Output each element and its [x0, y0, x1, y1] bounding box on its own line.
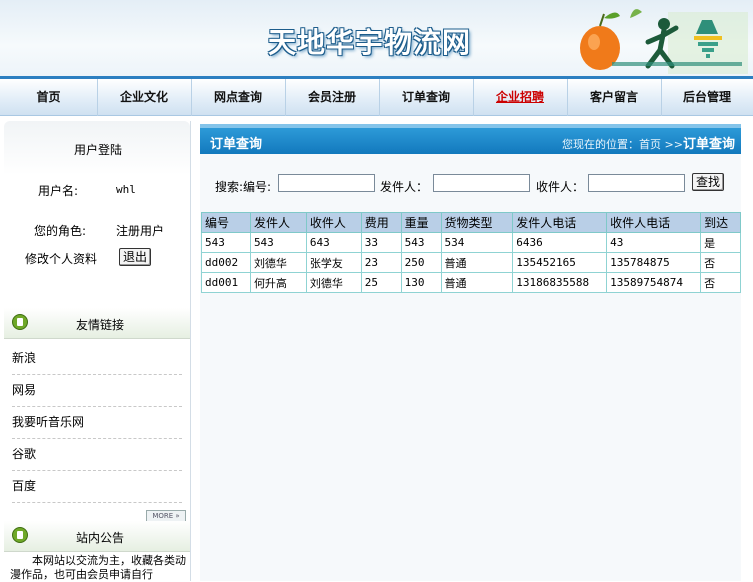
search-order-no-label: 搜索:编号: [215, 180, 272, 194]
link-item[interactable]: 新浪 [12, 343, 182, 375]
page-title: 订单查询 [210, 137, 263, 152]
table-row: 543 543 643 33 543 534 6436 43 是 [201, 232, 741, 253]
cell-arrived: 否 [700, 272, 741, 293]
cell-sender: 543 [249, 232, 307, 253]
left-sidebar: 用户登陆 用户名: whl 您的角色: 注册用户 修改个人资料 退出 友情链接 … [4, 121, 191, 581]
column-header: 收件人 [305, 212, 362, 233]
cell-sender-phone: 6436 [512, 232, 608, 253]
column-header: 编号 [201, 212, 251, 233]
nav-order-query[interactable]: 订单查询 [379, 79, 474, 116]
breadcrumb-prefix: 您现在的位置：首页 >> [562, 138, 683, 151]
receiver-input[interactable] [588, 174, 685, 192]
cell-sender-phone: 135452165 [512, 252, 608, 273]
cell-fee: 23 [360, 252, 402, 273]
logout-button[interactable]: 退出 [119, 248, 151, 266]
nav-messages[interactable]: 客户留言 [567, 79, 662, 116]
column-header: 收件人电话 [606, 212, 702, 233]
cell-receiver-phone: 13589754874 [606, 272, 702, 293]
link-item[interactable]: 网易 [12, 375, 182, 407]
cell-receiver: 刘德华 [305, 272, 362, 293]
cell-cargo-type: 534 [440, 232, 514, 253]
notice-title: 站内公告 [76, 531, 125, 545]
link-item[interactable]: 谷歌 [12, 439, 182, 471]
cell-weight: 130 [400, 272, 442, 293]
cell-order-no: 543 [201, 232, 251, 253]
role-label: 您的角色: [34, 224, 87, 238]
column-header: 到达 [700, 212, 741, 233]
nav-home[interactable]: 首页 [0, 79, 98, 116]
link-item[interactable]: 我要听音乐网 [12, 407, 182, 439]
site-header: 天地华宇物流网 [0, 0, 753, 76]
decorative-banner-art-icon [580, 9, 748, 74]
sender-input[interactable] [433, 174, 530, 192]
table-row: dd001 何升高 刘德华 25 130 普通 13186835588 1358… [201, 272, 741, 293]
site-title: 天地华宇物流网 [268, 26, 472, 59]
notice-section-header: 站内公告 [4, 521, 190, 552]
receiver-label: 收件人： [536, 180, 585, 194]
nav-recruit[interactable]: 企业招聘 [473, 79, 568, 116]
cell-sender: 刘德华 [249, 252, 307, 273]
cell-receiver-phone: 43 [606, 232, 702, 253]
cell-fee: 33 [360, 232, 402, 253]
notebook-icon [12, 314, 28, 330]
cell-order-no: dd002 [201, 252, 251, 273]
login-box: 用户登陆 用户名: whl 您的角色: 注册用户 修改个人资料 退出 [4, 121, 190, 301]
cell-order-no: dd001 [201, 272, 251, 293]
column-header: 发件人 [249, 212, 307, 233]
breadcrumb-current: 订单查询 [682, 137, 735, 152]
link-item[interactable]: 百度 [12, 471, 182, 503]
cell-weight: 250 [400, 252, 442, 273]
column-header: 发件人电话 [512, 212, 608, 233]
column-header: 货物类型 [440, 212, 514, 233]
nav-branch-query[interactable]: 网点查询 [191, 79, 286, 116]
table-header-row: 编号 发件人 收件人 费用 重量 货物类型 发件人电话 收件人电话 到达 [201, 212, 741, 233]
order-no-input[interactable] [278, 174, 375, 192]
cell-receiver: 张学友 [305, 252, 362, 273]
cell-sender-phone: 13186835588 [512, 272, 608, 293]
links-title: 友情链接 [76, 318, 125, 332]
main-header-bar: 订单查询 您现在的位置：首页 >>订单查询 [200, 124, 741, 154]
edit-profile-link[interactable]: 修改个人资料 [25, 250, 97, 267]
cell-weight: 543 [400, 232, 442, 253]
notebook-icon [12, 527, 28, 543]
links-section-header: 友情链接 [4, 308, 190, 339]
cell-receiver: 643 [305, 232, 362, 253]
orders-table: 编号 发件人 收件人 费用 重量 货物类型 发件人电话 收件人电话 到达 543… [201, 212, 741, 293]
username-value: whl [116, 183, 136, 196]
cell-cargo-type: 普通 [440, 252, 514, 273]
cell-arrived: 是 [700, 232, 741, 253]
cell-cargo-type: 普通 [440, 272, 514, 293]
search-button[interactable]: 查找 [692, 173, 724, 191]
notice-text: 本网站以交流为主，收藏各类动漫作品，也可由会员申请自行 [10, 554, 186, 581]
main-nav: 首页 企业文化 网点查询 会员注册 订单查询 企业招聘 客户留言 后台管理 [0, 76, 753, 116]
column-header: 重量 [400, 212, 442, 233]
cell-fee: 25 [360, 272, 402, 293]
sender-label: 发件人： [380, 180, 429, 194]
nav-register[interactable]: 会员注册 [285, 79, 380, 116]
role-value: 注册用户 [116, 224, 165, 238]
nav-culture[interactable]: 企业文化 [97, 79, 192, 116]
cell-arrived: 否 [700, 252, 741, 273]
username-label: 用户名: [38, 184, 79, 198]
login-title: 用户登陆 [74, 143, 123, 157]
column-header: 费用 [360, 212, 402, 233]
cell-receiver-phone: 135784875 [606, 252, 702, 273]
table-row: dd002 刘德华 张学友 23 250 普通 135452165 135784… [201, 252, 741, 273]
nav-admin[interactable]: 后台管理 [661, 79, 753, 116]
cell-sender: 何升高 [249, 272, 307, 293]
breadcrumb: 您现在的位置：首页 >>订单查询 [562, 133, 735, 152]
